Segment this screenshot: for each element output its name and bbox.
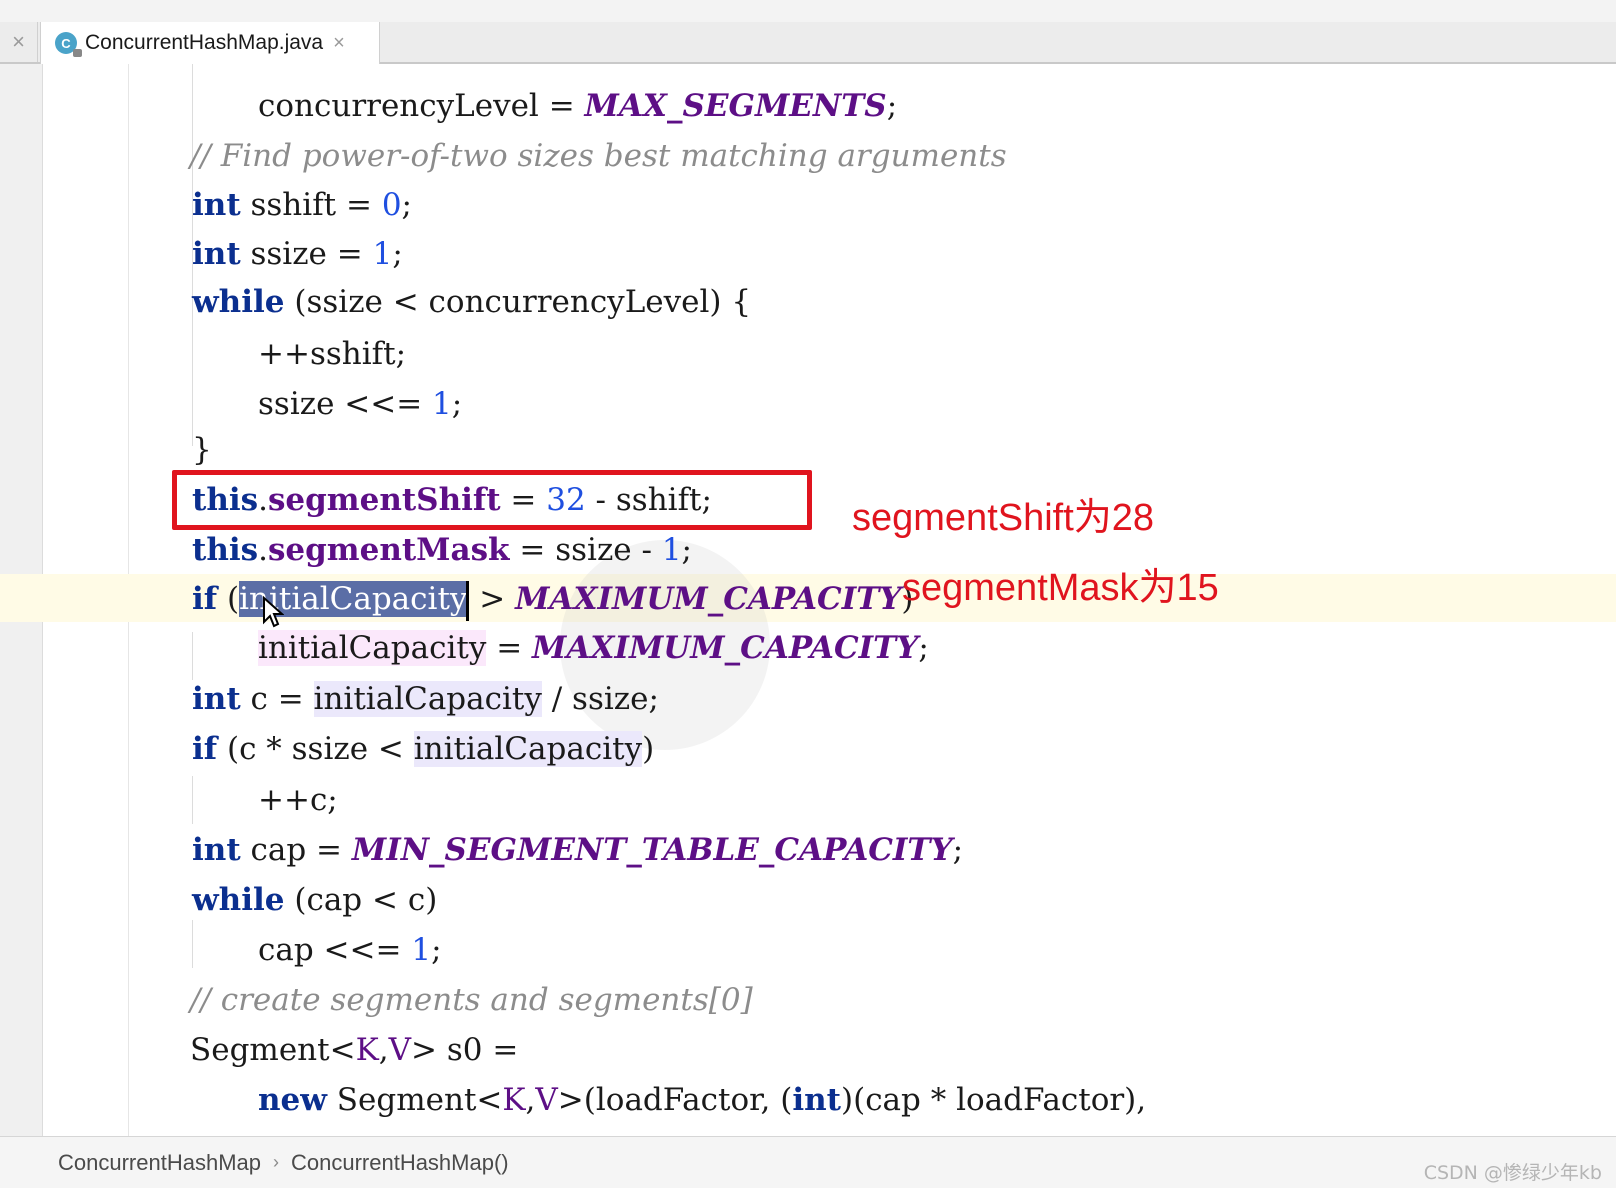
code-line[interactable]: } [192,426,212,474]
indent-guide [192,632,193,680]
csdn-watermark: CSDN @惨绿少年kb [1423,1162,1602,1184]
code-line[interactable]: int sshift = 0; [192,181,412,229]
code-comment[interactable]: // Find power-of-two sizes best matching… [190,132,1007,180]
tab-filename: ConcurrentHashMap.java [85,31,324,54]
code-line[interactable]: cap <<= 1; [258,926,442,974]
code-line[interactable]: int cap = MIN_SEGMENT_TABLE_CAPACITY; [192,826,963,874]
code-line[interactable]: ++c; [258,776,338,824]
code-line[interactable]: new Segment<K,V>(loadFactor, (int)(cap *… [258,1076,1146,1124]
code-comment[interactable]: // create segments and segments[0] [190,976,753,1024]
mouse-pointer-icon [263,596,284,628]
tab-concurrenthashmap-java[interactable]: C ConcurrentHashMap.java × [40,22,380,64]
breadcrumb: ConcurrentHashMap › ConcurrentHashMap() [0,1136,1616,1188]
usage-highlight: initialCapacity [313,681,542,717]
breadcrumb-item-constructor[interactable]: ConcurrentHashMap() [291,1150,509,1176]
window-top-strip [0,0,1616,22]
code-line[interactable]: int c = initialCapacity / ssize; [192,675,659,723]
code-line[interactable]: if (initialCapacity > MAXIMUM_CAPACITY) [192,575,914,623]
code-line[interactable]: while (cap < c) [192,876,437,924]
indent-guide [192,920,193,968]
code-line[interactable]: if (c * ssize < initialCapacity) [192,725,654,773]
annotation-highlight-box [172,470,812,530]
code-line[interactable]: concurrencyLevel = MAX_SEGMENTS; [258,82,897,130]
usage-highlight: initialCapacity [258,630,487,666]
code-line[interactable]: ++sshift; [258,330,406,378]
code-line[interactable]: ssize <<= 1; [258,380,462,428]
close-all-tabs-button[interactable]: × [0,22,38,62]
breadcrumb-separator-icon: › [272,1152,279,1172]
code-line[interactable]: int ssize = 1; [192,230,403,278]
code-line[interactable]: while (ssize < concurrencyLevel) { [192,278,751,326]
tab-close-icon[interactable]: × [333,32,345,55]
code-line[interactable]: Segment<K,V> s0 = [190,1026,518,1074]
usage-highlight: initialCapacity [413,731,643,767]
code-line[interactable]: this.segmentMask = ssize - 1; [192,526,692,574]
breadcrumb-item-class[interactable]: ConcurrentHashMap [58,1150,261,1176]
annotation-segment-mask: segmentMask为15 [902,567,1219,609]
annotation-segment-shift: segmentShift为28 [852,497,1155,539]
lock-icon [73,49,82,57]
editor-tab-bar: × C ConcurrentHashMap.java × [0,22,1616,64]
indent-guide [192,776,193,824]
java-class-icon: C [55,32,82,57]
code-line[interactable]: initialCapacity = MAXIMUM_CAPACITY; [258,624,929,672]
